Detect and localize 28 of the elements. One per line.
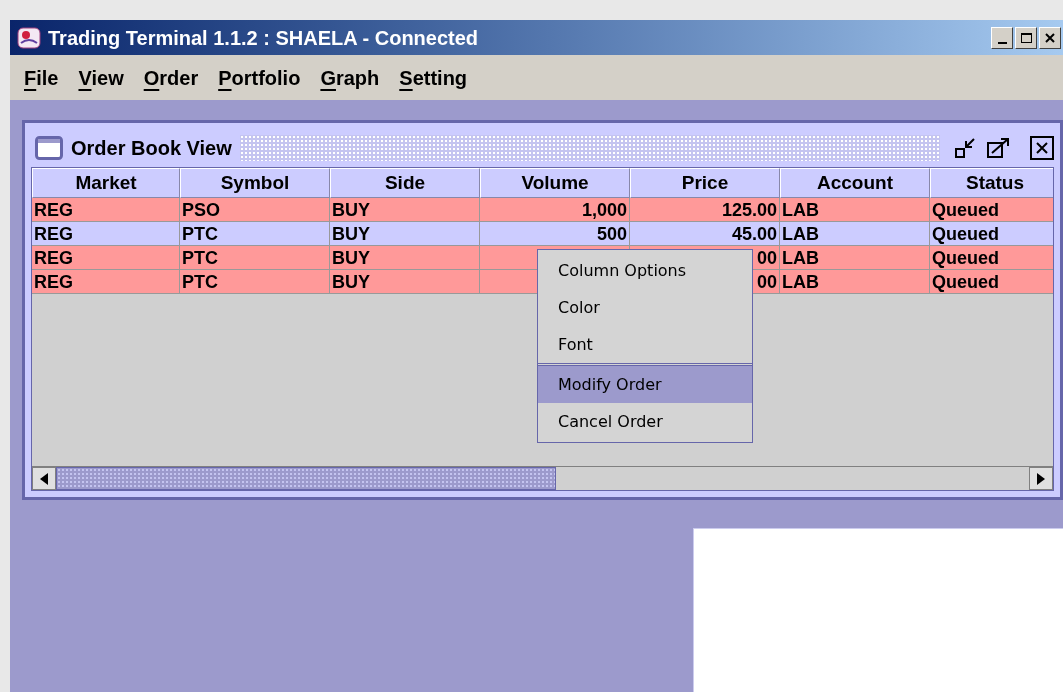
table-cell: LAB (782, 248, 819, 267)
table-cell: REG (34, 272, 73, 291)
table-cell: PTC (182, 224, 218, 243)
table-cell: BUY (332, 200, 370, 219)
table-cell: Queued (932, 200, 999, 219)
table-cell: 45.00 (731, 224, 777, 243)
table-cell: LAB (782, 200, 819, 219)
table-cell: PTC (182, 272, 218, 291)
table-cell: PTC (182, 248, 218, 267)
table-cell: LAB (782, 224, 819, 243)
table-cell: BUY (332, 224, 370, 243)
table-cell: Queued (932, 248, 999, 267)
table-cell: BUY (332, 248, 370, 267)
table-cell: BUY (332, 272, 370, 291)
table-cell: Queued (932, 272, 999, 291)
table-cell: 500 (596, 224, 627, 243)
table-cell: REG (34, 200, 73, 219)
table-cell: REG (34, 248, 73, 267)
table-cell: 1,000 (581, 200, 627, 219)
table-cell: 125.00 (721, 200, 777, 219)
table-cell: 00 (756, 248, 777, 267)
window-title: Trading Terminal 1.1.2 : SHAELA - Connected (48, 25, 479, 51)
table-cell: PSO (182, 200, 220, 219)
table-cell: LAB (782, 272, 819, 291)
table-cell: Queued (932, 224, 999, 243)
table-cell: 00 (756, 272, 777, 291)
frame-title: Order Book View (71, 136, 232, 161)
table-cell: REG (34, 224, 73, 243)
